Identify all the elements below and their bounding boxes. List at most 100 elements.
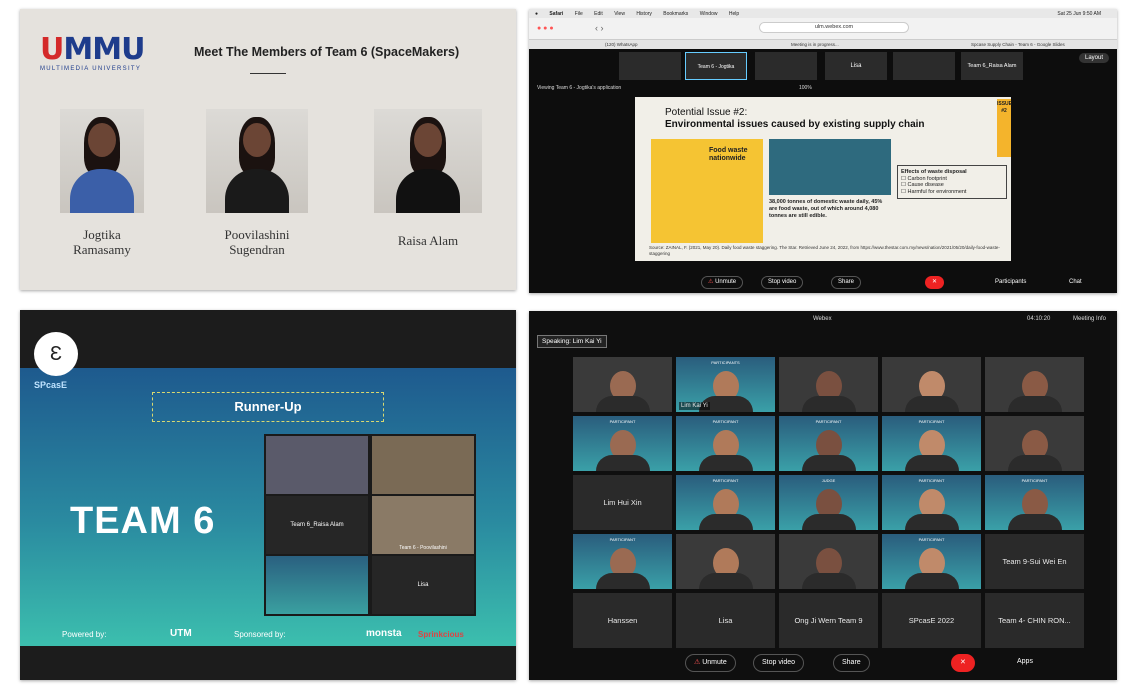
slide-title: Meet The Members of Team 6 (SpaceMakers): [194, 45, 460, 59]
browser-tab[interactable]: Meeting is in progress...: [791, 42, 839, 47]
stop-video-button[interactable]: Stop video: [761, 276, 804, 289]
menu-item[interactable]: View: [614, 11, 625, 17]
layout-button[interactable]: Layout: [1078, 53, 1109, 63]
team-title: TEAM 6: [70, 500, 216, 542]
participant-tile[interactable]: PARTICIPANT: [676, 416, 775, 471]
participant-tile[interactable]: PARTICIPANTS Lim Kai Yi: [676, 357, 775, 412]
browser-tab[interactable]: (120) WhatsApp: [605, 42, 638, 47]
participant-name: Team 9-Sui Wei En: [1002, 557, 1067, 566]
role-tag: PARTICIPANT: [609, 537, 636, 542]
participant-tile[interactable]: PARTICIPANT: [882, 475, 981, 530]
mmu-logo: UMMU MULTIMEDIA UNIVERSITY: [40, 32, 145, 73]
role-tag: PARTICIPANT: [815, 419, 842, 424]
mac-menubar: ● Safari File Edit View History Bookmark…: [529, 9, 1117, 18]
menu-item[interactable]: Help: [729, 11, 739, 17]
webex-gallery: Webex 04:10:20 Meeting Info Speaking: Li…: [529, 311, 1117, 680]
menu-item[interactable]: Edit: [594, 11, 603, 17]
menu-item[interactable]: Safari: [549, 11, 563, 17]
webex-screen-share: ● Safari File Edit View History Bookmark…: [529, 9, 1117, 293]
video-thumb[interactable]: Team 6 - Jogtika: [685, 52, 747, 80]
participant-tile[interactable]: [985, 357, 1084, 412]
participant-tile[interactable]: SPcasE 2022: [882, 593, 981, 648]
share-button[interactable]: Share: [833, 654, 870, 672]
participant-tile[interactable]: Hanssen: [573, 593, 672, 648]
viewing-label: Viewing Team 6 - Jogtika's application: [537, 85, 622, 91]
role-tag: JUDGE: [821, 478, 836, 483]
participant-name: Ong Ji Wern Team 9: [794, 616, 863, 625]
video-tile: Lisa: [372, 556, 474, 614]
participant-name: SPcasE 2022: [908, 616, 955, 625]
share-button[interactable]: Share: [831, 276, 862, 289]
role-tag: PARTICIPANT: [712, 478, 739, 483]
member-photo: [374, 109, 482, 213]
role-tag: PARTICIPANT: [609, 419, 636, 424]
apps-button[interactable]: Apps: [1009, 654, 1041, 672]
participant-tile[interactable]: [882, 357, 981, 412]
menu-item[interactable]: Bookmarks: [663, 11, 688, 17]
webex-titlebar: Webex 04:10:20 Meeting Info: [813, 316, 1107, 322]
stop-video-button[interactable]: Stop video: [753, 654, 805, 672]
participants-button[interactable]: Participants: [995, 279, 1026, 285]
participant-tile[interactable]: [676, 534, 775, 589]
sponsor-footer: Powered by: UTM Sponsored by: monsta Spr…: [62, 628, 464, 639]
video-thumb[interactable]: [755, 52, 817, 80]
participant-tile[interactable]: JUDGE: [779, 475, 878, 530]
member-card: Jogtika Ramasamy: [60, 109, 144, 257]
issue-tag: ISSUE #2: [997, 99, 1012, 157]
video-tile: Team 6_Raisa Alam: [266, 496, 368, 554]
role-tag: PARTICIPANT: [1021, 478, 1048, 483]
address-bar[interactable]: ulm.webex.com: [759, 22, 909, 33]
end-call-icon[interactable]: ✕: [951, 654, 975, 672]
meeting-info-button[interactable]: Meeting Info: [1073, 316, 1106, 322]
effects-box: Effects of waste disposal ☐ Carbon footp…: [897, 165, 1007, 199]
participant-tile[interactable]: [573, 357, 672, 412]
participant-tile[interactable]: PARTICIPANT: [882, 416, 981, 471]
slide-heading: Potential Issue #2: Environmental issues…: [665, 107, 925, 130]
chat-button[interactable]: Chat: [1069, 279, 1082, 285]
pen-icon[interactable]: Ɛ: [34, 332, 78, 376]
participant-name: Team 4- CHIN RON...: [998, 616, 1071, 625]
video-thumb[interactable]: [893, 52, 955, 80]
participant-tile[interactable]: Ong Ji Wern Team 9: [779, 593, 878, 648]
apple-icon[interactable]: ●: [535, 11, 538, 17]
role-tag: PARTICIPANTS: [711, 360, 740, 365]
menu-item[interactable]: History: [636, 11, 652, 17]
spcase-logo: SPcasE: [34, 380, 68, 390]
role-tag: PARTICIPANT: [712, 419, 739, 424]
end-call-icon[interactable]: ✕: [925, 276, 945, 289]
video-thumb[interactable]: Team 6_Raisa Alam: [961, 52, 1023, 80]
participant-tile[interactable]: Lim Hui Xin: [573, 475, 672, 530]
role-tag: PARTICIPANT: [918, 537, 945, 542]
menu-item[interactable]: File: [575, 11, 583, 17]
food-waste-infographic: Food waste nationwide: [651, 139, 763, 243]
participant-tile[interactable]: Lisa: [676, 593, 775, 648]
video-grid: Team 6_Raisa Alam Team 6 - Poovilashini …: [264, 434, 476, 616]
menu-item[interactable]: Window: [700, 11, 718, 17]
video-thumb[interactable]: [619, 52, 681, 80]
safari-toolbar: ● ● ● ‹ › ulm.webex.com: [529, 18, 1117, 40]
participant-tile[interactable]: PARTICIPANT: [573, 534, 672, 589]
waste-stats: 38,000 tonnes of domestic waste daily, 4…: [769, 199, 883, 219]
participant-tile[interactable]: Team 4- CHIN RON...: [985, 593, 1084, 648]
participant-tile[interactable]: [985, 416, 1084, 471]
participant-tile[interactable]: PARTICIPANT: [882, 534, 981, 589]
runner-up-label: Runner-Up: [152, 392, 384, 422]
browser-tab[interactable]: Spcase Supply Chain - Team 6 - Google Sl…: [971, 42, 1065, 47]
participant-tile[interactable]: PARTICIPANT: [779, 416, 878, 471]
participant-tile[interactable]: PARTICIPANT: [573, 416, 672, 471]
unmute-button[interactable]: ⚠ Unmute: [685, 654, 736, 672]
unmute-button[interactable]: ⚠ Unmute: [701, 276, 744, 289]
runner-up-screen: Ɛ SPcasE Runner-Up TEAM 6 Team 6_Raisa A…: [20, 310, 516, 680]
participant-tile[interactable]: [779, 534, 878, 589]
member-card: Raisa Alam: [374, 109, 482, 248]
video-thumb[interactable]: Lisa: [825, 52, 887, 80]
zoom-level[interactable]: 100%: [799, 85, 812, 91]
participant-tile[interactable]: PARTICIPANT: [676, 475, 775, 530]
participant-tile[interactable]: Team 9-Sui Wei En: [985, 534, 1084, 589]
back-forward-icon[interactable]: ‹ ›: [595, 23, 604, 33]
participant-tile[interactable]: PARTICIPANT: [985, 475, 1084, 530]
window-controls-icon[interactable]: ● ● ●: [537, 25, 554, 32]
participant-tile[interactable]: [779, 357, 878, 412]
speaking-indicator: Speaking: Lim Kai Yi: [537, 335, 607, 348]
title-divider: [250, 73, 286, 74]
